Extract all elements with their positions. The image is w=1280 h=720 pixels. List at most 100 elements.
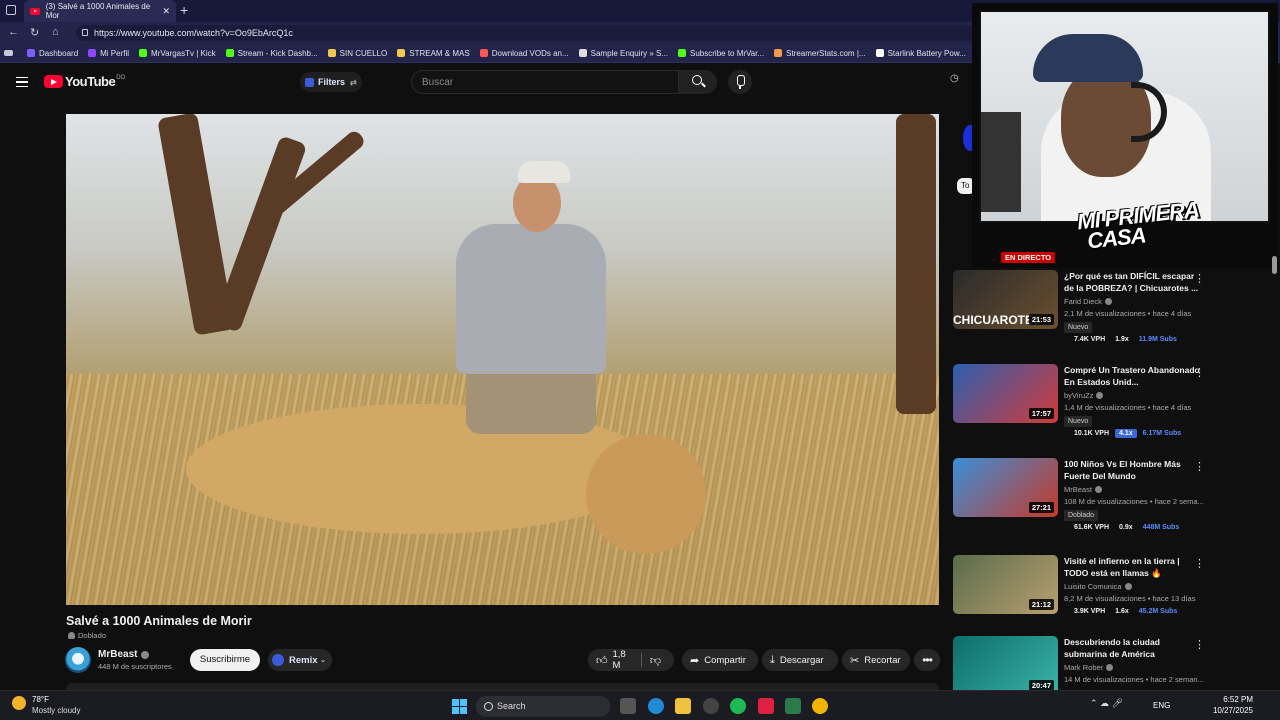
recommendation-channel[interactable]: Luisito Comunica [1064,582,1132,591]
edge-icon[interactable] [648,698,664,714]
reload-icon[interactable]: ↻ [30,26,39,39]
recommendation-thumbnail[interactable]: 27:21 [953,458,1058,517]
more-options-icon[interactable]: ⋮ [1194,557,1205,570]
more-actions-button[interactable]: ••• [914,649,940,671]
recommendation-stats: 7.4K VPH 1.9x 11.9M Subs [1070,335,1183,344]
obs-icon[interactable] [703,698,719,714]
recommendation-channel[interactable]: Mark Rober [1064,663,1114,672]
filters-icon [305,77,314,87]
video-duration: 21:53 [1028,314,1054,325]
recommendation-thumbnail[interactable]: 17:57 [953,364,1058,423]
recommendation-item[interactable]: 27:21 100 Niños Vs El Hombre Más Fuerte D… [953,458,1213,538]
home-icon[interactable]: ⌂ [52,26,59,38]
clock-date[interactable]: 10/27/2025 [1203,706,1253,715]
system-tray[interactable]: ⌃ ☁ 🎤︎ [1090,698,1123,709]
recommendation-title[interactable]: 100 Niños Vs El Hombre Más Fuerte Del Mu… [1064,458,1204,482]
recommendation-title[interactable]: Descubriendo la ciudad submarina de Amér… [1064,636,1204,660]
bookmark-item[interactable]: StreamerStats.com |... [774,48,866,58]
remix-button[interactable]: Remix ⌄ [268,649,332,671]
spotify-icon[interactable] [730,698,746,714]
recommendation-item[interactable]: CHICUAROTES 21:53 ¿Por qué es tan DIFÍCIL … [953,270,1213,350]
bookmark-item[interactable]: SIN CUELLO [327,49,387,58]
recommendation-channel[interactable]: Farid Dieck [1064,297,1112,306]
more-options-icon[interactable]: ⋮ [1194,366,1205,379]
youtube-play-icon [44,75,63,88]
like-icon[interactable]: 👍︎ [596,654,608,667]
bookmark-item[interactable]: Sample Enquiry » S... [578,49,668,58]
clip-button[interactable]: ✂ Recortar [842,649,910,671]
bookmark-label: Download VODs an... [491,48,569,58]
person-icon [68,632,75,639]
share-label: Compartir [704,654,746,666]
weather-icon[interactable] [12,696,26,710]
recommendation-channel[interactable]: byViruZz [1064,391,1104,400]
recommendation-thumbnail[interactable]: 20:47 [953,636,1058,695]
stat-mult: 0.9x [1119,524,1133,531]
bookmark-item[interactable]: Mi Perfil [88,49,129,58]
share-button[interactable]: ➦ Compartir [682,649,758,671]
search-placeholder: Buscar [422,77,454,88]
bookmark-label: Subscribe to MrVar... [690,48,765,58]
channel-avatar[interactable] [65,647,91,673]
search-input[interactable]: Buscar [411,70,679,94]
new-tab-icon[interactable]: + [180,2,188,18]
subscribe-button[interactable]: Suscribirme [190,649,260,671]
more-options-icon[interactable]: ⋮ [1194,272,1205,285]
recommendation-title[interactable]: ¿Por qué es tan DIFÍCIL escapar de la PO… [1064,270,1204,294]
bookmarks-menu-icon[interactable] [4,50,17,56]
bookmark-item[interactable]: MrVargasTv | Kick [139,49,216,58]
chevron-down-icon: ⌄ [320,657,326,664]
recommendation-item[interactable]: 21:12 Visité el infierno en la tierra | T… [953,555,1213,635]
language-indicator[interactable]: ENG [1153,701,1170,710]
bookmark-item[interactable]: Stream - Kick Dashb... [225,48,318,58]
windows-taskbar: 78°F Mostly cloudy Search ⌃ ☁ 🎤︎ ENG 6:5… [0,690,1280,720]
video-player[interactable] [66,114,939,605]
close-tab-icon[interactable]: ✕ [162,6,170,17]
more-options-icon[interactable]: ⋮ [1194,638,1205,651]
weather-temperature[interactable]: 78°F [32,695,49,704]
clock-time[interactable]: 6:52 PM [1213,695,1253,704]
history-icon[interactable]: ◷ [950,73,959,84]
dislike-icon[interactable]: 👎︎ [650,654,661,667]
youtube-logo[interactable]: YouTube DO [44,74,125,89]
recommendation-title[interactable]: Visité el infierno en la tierra | TODO e… [1064,555,1204,579]
opera-icon[interactable] [758,698,774,714]
more-options-icon[interactable]: ⋮ [1194,460,1205,473]
webcam-chair [981,112,1021,212]
video-frame-tree [896,114,936,414]
clip-label: Recortar [864,654,901,666]
bookmark-item[interactable]: STREAM & MAS [397,49,470,58]
site-info-icon[interactable] [82,29,88,36]
weather-description[interactable]: Mostly cloudy [32,706,80,715]
bookmark-item[interactable]: Download VODs an... [479,48,569,58]
like-count[interactable]: 1,8 M [613,649,633,671]
start-button[interactable] [452,699,467,714]
recommendation-item[interactable]: 17:57 Compré Un Trastero Abandonado En Es… [953,364,1213,444]
browser-tab-active[interactable]: (3) Salvé a 1000 Animales de Mor ✕ [24,0,176,22]
sidebar-scrollbar[interactable] [1272,256,1277,274]
file-explorer-icon[interactable] [675,698,691,714]
channel-name[interactable]: MrBeast [98,649,150,660]
recommendation-thumbnail[interactable]: CHICUAROTES 21:53 [953,270,1058,329]
search-button[interactable] [679,70,717,94]
voice-search-icon[interactable] [728,70,752,94]
menu-icon[interactable] [16,77,28,87]
app-icon[interactable] [785,698,801,714]
download-button[interactable]: ⤓ Descargar [762,649,838,671]
recommendation-meta: 108 M de visualizaciones • hace 2 sema..… [1064,497,1204,506]
bookmark-item[interactable]: Subscribe to MrVar... [678,49,764,58]
filters-button[interactable]: Filters ⇄ [300,72,362,92]
task-view-icon[interactable] [620,698,636,714]
recommendation-title[interactable]: Compré Un Trastero Abandonado En Estados… [1064,364,1204,388]
recommendation-channel[interactable]: MrBeast [1064,485,1102,494]
chrome-icon[interactable] [812,698,828,714]
bookmark-label: StreamerStats.com |... [786,48,866,58]
bookmark-item[interactable]: Starlink Battery Pow... [875,49,966,58]
back-icon[interactable]: ← [8,26,19,38]
taskbar-search[interactable]: Search [476,696,610,717]
bookmark-item[interactable]: Dashboard [27,49,78,58]
url-field[interactable]: https://www.youtube.com/watch?v=Oo9EbArc… [76,25,976,41]
recommendation-thumbnail[interactable]: 21:12 [953,555,1058,614]
bookmark-label: Stream - Kick Dashb... [237,48,318,58]
window-menu-icon[interactable] [6,5,16,15]
